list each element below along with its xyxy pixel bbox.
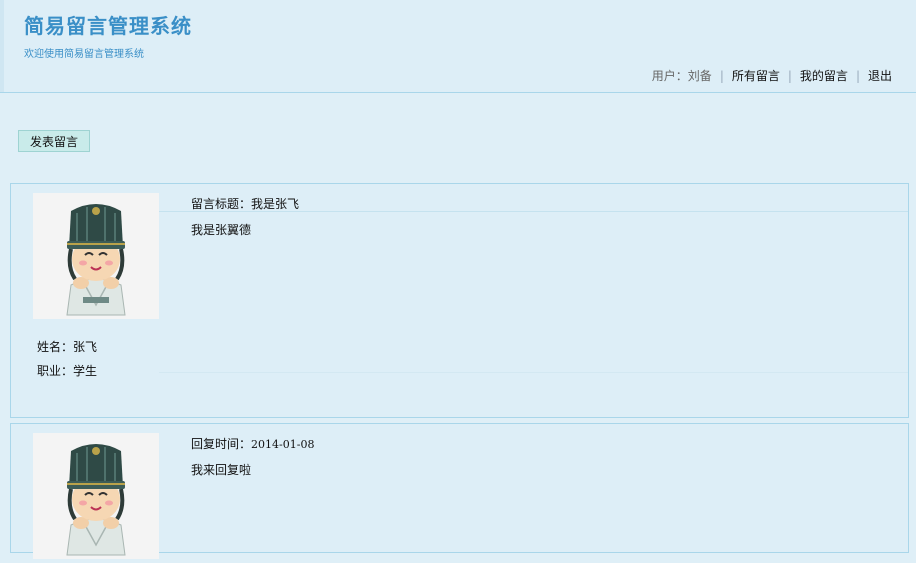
user-label: 用户： — [651, 69, 688, 83]
reply-time-value: 2014-01-08 — [251, 438, 315, 451]
title-divider — [159, 211, 908, 212]
app-subtitle: 欢迎使用简易留言管理系统 — [24, 49, 144, 60]
cartoon-scholar-avatar-icon — [33, 193, 159, 319]
content-divider — [159, 372, 908, 373]
message-content: 我是张翼德 — [191, 223, 252, 237]
author-name: 姓名：张飞 — [37, 340, 98, 354]
app-title: 简易留言管理系统 — [24, 14, 192, 38]
nav-separator: | — [855, 68, 860, 83]
message-title: 留言标题：我是张飞 — [191, 197, 300, 211]
app-header: 简易留言管理系统 欢迎使用简易留言管理系统 用户： 刘备 | 所有留言 | 我的… — [0, 0, 916, 93]
nav-separator: | — [787, 68, 792, 83]
all-messages-link[interactable]: 所有留言 — [732, 67, 780, 84]
post-message-button[interactable]: 发表留言 — [18, 130, 90, 152]
reply-card: 回复时间：2014-01-08 我来回复啦 — [10, 423, 909, 559]
reply-time: 回复时间：2014-01-08 — [191, 435, 314, 452]
author-job: 职业：学生 — [37, 364, 98, 378]
logout-link[interactable]: 退出 — [868, 67, 892, 84]
user-name: 刘备 — [687, 69, 712, 83]
my-messages-link[interactable]: 我的留言 — [800, 67, 848, 84]
cartoon-scholar-avatar-icon — [33, 433, 159, 559]
reply-content: 我来回复啦 — [191, 463, 252, 477]
header-left-rule — [0, 0, 4, 92]
user-nav: 用户： 刘备 | 所有留言 | 我的留言 | 退出 — [652, 67, 892, 84]
message-card: 留言标题：我是张飞 我是张翼德 姓名：张飞 职业：学生 — [10, 183, 909, 418]
avatar — [33, 193, 159, 319]
avatar — [33, 433, 159, 559]
nav-separator: | — [719, 68, 724, 83]
reply-time-label: 回复时间： — [191, 437, 252, 451]
